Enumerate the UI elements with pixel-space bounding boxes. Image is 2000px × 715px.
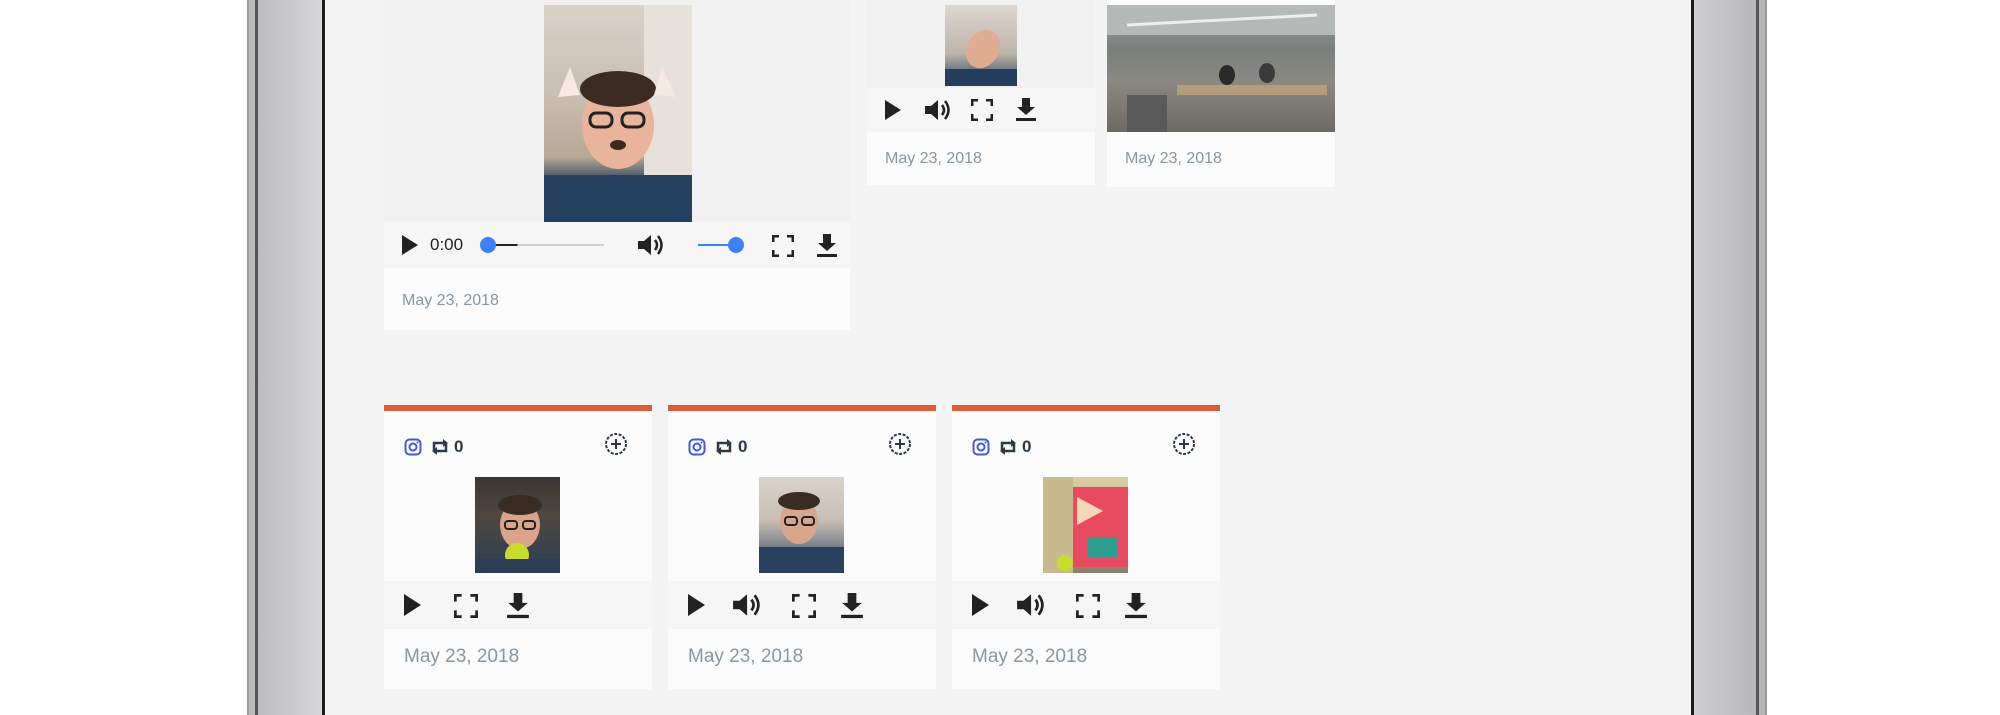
fullscreen-icon[interactable]: [454, 594, 478, 618]
instagram-icon[interactable]: [972, 438, 990, 456]
repost-icon[interactable]: [714, 438, 734, 456]
repost-icon[interactable]: [998, 438, 1018, 456]
add-circle-icon[interactable]: [1172, 432, 1196, 456]
download-icon[interactable]: [1124, 591, 1148, 619]
controls-bar: [384, 581, 652, 629]
video-player[interactable]: [384, 0, 850, 222]
instagram-post-card: 0 May 23, 2018: [668, 405, 936, 689]
controls-bar: [668, 581, 936, 629]
fullscreen-icon[interactable]: [1076, 594, 1100, 618]
play-icon[interactable]: [400, 234, 420, 256]
post-meta: 0: [688, 435, 747, 459]
instagram-icon[interactable]: [688, 438, 706, 456]
office-image: [1107, 5, 1335, 132]
post-meta: 0: [404, 435, 463, 459]
volume-icon[interactable]: [923, 97, 951, 123]
repost-count: 0: [1022, 437, 1032, 456]
office-photo[interactable]: [1107, 5, 1335, 132]
download-icon[interactable]: [506, 591, 530, 619]
person-image: [544, 5, 692, 222]
controls-bar: [867, 88, 1095, 132]
status-bar: [952, 405, 1220, 411]
fullscreen-icon[interactable]: [772, 235, 794, 257]
add-circle-icon[interactable]: [604, 432, 628, 456]
post-date: May 23, 2018: [885, 150, 982, 167]
post-meta: 0: [972, 435, 1031, 459]
fullscreen-icon[interactable]: [971, 99, 993, 121]
volume-slider[interactable]: [696, 234, 746, 256]
post-thumbnail[interactable]: [475, 477, 560, 573]
post-date: May 23, 2018: [404, 646, 520, 667]
bezel-edge-right: [1756, 0, 1759, 715]
play-icon[interactable]: [970, 593, 990, 617]
instagram-icon[interactable]: [404, 438, 422, 456]
person-image: [475, 495, 560, 573]
screen: 0:00 May 23, 2018 May 23, 2018 May 23, 2…: [322, 0, 1694, 715]
download-icon[interactable]: [816, 233, 838, 257]
post-date: May 23, 2018: [688, 646, 804, 667]
poster-image: [1043, 477, 1128, 573]
video-card: May 23, 2018: [867, 0, 1095, 185]
video-player[interactable]: [867, 0, 1095, 88]
person-image: [759, 492, 844, 573]
download-icon[interactable]: [1015, 97, 1037, 121]
add-circle-icon[interactable]: [888, 432, 912, 456]
video-thumbnail: [945, 5, 1017, 86]
volume-icon[interactable]: [730, 591, 762, 619]
video-thumbnail: [544, 5, 692, 222]
post-date: May 23, 2018: [1125, 150, 1222, 167]
volume-icon[interactable]: [636, 232, 664, 258]
image-card: May 23, 2018: [1107, 0, 1335, 187]
status-bar: [384, 405, 652, 411]
instagram-post-card: 0 May 23, 2018: [952, 405, 1220, 689]
post-thumbnail[interactable]: [1043, 477, 1128, 573]
repost-count: 0: [454, 437, 464, 456]
seek-slider[interactable]: [480, 234, 608, 256]
status-bar: [668, 405, 936, 411]
instagram-post-card: 0 May 23, 2018: [384, 405, 652, 689]
controls-bar: 0:00: [384, 222, 850, 268]
play-icon[interactable]: [402, 593, 422, 617]
play-icon[interactable]: [883, 99, 903, 121]
repost-icon[interactable]: [430, 438, 450, 456]
volume-icon[interactable]: [1014, 591, 1046, 619]
download-icon[interactable]: [840, 591, 864, 619]
controls-bar: [952, 581, 1220, 629]
video-card: 0:00 May 23, 2018: [384, 0, 850, 330]
repost-count: 0: [738, 437, 748, 456]
video-time: 0:00: [430, 235, 464, 254]
person-image: [945, 29, 1017, 86]
bezel-edge-left: [255, 0, 258, 715]
fullscreen-icon[interactable]: [792, 594, 816, 618]
post-thumbnail[interactable]: [759, 477, 844, 573]
play-icon[interactable]: [686, 593, 706, 617]
post-date: May 23, 2018: [972, 646, 1088, 667]
post-date: May 23, 2018: [402, 292, 499, 309]
